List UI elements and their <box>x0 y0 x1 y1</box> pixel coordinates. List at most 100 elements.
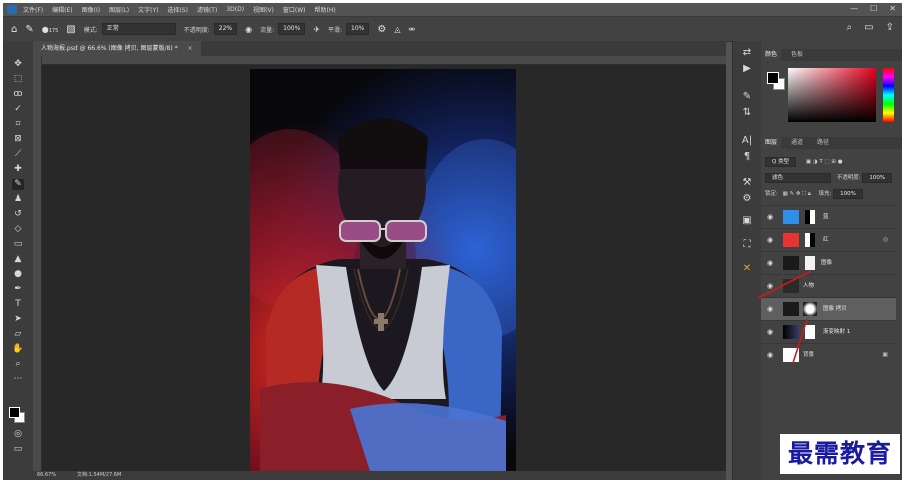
zoom-tool-icon[interactable]: ⌕ <box>12 359 24 370</box>
tool-preset-icon[interactable]: ⚒ <box>741 177 753 188</box>
layer-row-image[interactable]: ◉ 图像 <box>761 251 896 274</box>
stamp-tool-icon[interactable]: ♟ <box>12 194 24 205</box>
visibility-eye-icon[interactable]: ◉ <box>767 259 773 267</box>
play-action-icon[interactable]: ▶ <box>741 63 753 74</box>
angle-icon[interactable]: ◬ <box>394 25 400 34</box>
tab-color[interactable]: 颜色 <box>761 49 782 61</box>
tab-channels[interactable]: 通道 <box>787 137 807 149</box>
visibility-eye-icon[interactable]: ◉ <box>767 236 773 244</box>
visibility-eye-icon[interactable]: ◉ <box>767 328 773 336</box>
menu-help[interactable]: 帮助(H) <box>315 5 336 14</box>
marquee-tool-icon[interactable]: ⬚ <box>12 74 24 85</box>
visibility-eye-icon[interactable]: ◉ <box>767 213 773 221</box>
gradient-tool-icon[interactable]: ▭ <box>12 239 24 250</box>
gear-icon[interactable]: ⚙ <box>377 24 386 35</box>
layer-row-background[interactable]: ◉ 背景 ▣ <box>761 343 896 366</box>
document-tab-close-icon[interactable]: × <box>188 45 193 52</box>
filter-icons[interactable]: ▣ ◑ T ⬚ ⊞ ● <box>806 159 843 165</box>
fill-input[interactable]: 100% <box>833 189 863 199</box>
search-icon[interactable]: ⌕ <box>847 22 853 33</box>
eraser-tool-icon[interactable]: ◇ <box>12 224 24 235</box>
healing-tool-icon[interactable]: ✚ <box>12 164 24 175</box>
blur-tool-icon[interactable]: ▲ <box>12 254 24 265</box>
lasso-tool-icon[interactable]: ꝏ <box>12 89 24 100</box>
visibility-eye-icon[interactable]: ◉ <box>767 351 773 359</box>
layer-row-blue[interactable]: ◉ 蓝 <box>761 205 896 228</box>
color-panel-tabs: 颜色 色板 <box>761 49 902 61</box>
brush-tool-icon[interactable]: ✎ <box>25 24 33 35</box>
blend-mode-select[interactable]: 滤色 <box>765 173 831 183</box>
airbrush-icon[interactable]: ✈ <box>313 25 320 34</box>
opacity-input[interactable]: 22% <box>213 23 238 35</box>
brush-panel-icon[interactable]: ✎ <box>741 91 753 102</box>
visibility-eye-icon[interactable]: ◉ <box>767 282 773 290</box>
document-tab[interactable]: 人物海报.psd @ 66.6% (图像 拷贝, 图层蒙版/8) * × <box>33 41 201 56</box>
layer-row-red[interactable]: ◉ 红 ◎ <box>761 228 896 251</box>
tools-cross-icon[interactable]: ✕ <box>741 263 753 274</box>
pen-tool-icon[interactable]: ✒ <box>12 284 24 295</box>
more-tools-icon[interactable]: ⋯ <box>12 374 24 385</box>
screen-mode-icon[interactable]: ▭ <box>12 444 24 455</box>
panel-foreground-color[interactable] <box>767 72 779 84</box>
menu-edit[interactable]: 编辑(E) <box>52 5 72 14</box>
crop-tool-icon[interactable]: ⌗ <box>12 119 24 130</box>
tab-layers[interactable]: 图层 <box>761 137 782 149</box>
character-panel-icon[interactable]: A| <box>741 135 753 146</box>
menu-file[interactable]: 文件(F) <box>23 5 43 14</box>
home-icon[interactable]: ⌂ <box>11 24 17 35</box>
menu-layer[interactable]: 图层(L) <box>109 5 129 14</box>
eyedropper-tool-icon[interactable]: ⟋ <box>12 149 24 160</box>
hue-slider[interactable] <box>883 68 894 122</box>
history-brush-tool-icon[interactable]: ↺ <box>12 209 24 220</box>
layer-kind-filter[interactable]: Q 类型 <box>765 157 797 167</box>
share-icon[interactable]: ⇪ <box>886 22 894 33</box>
visibility-eye-icon[interactable]: ◉ <box>767 305 773 313</box>
libraries-panel-icon[interactable]: ▣ <box>741 215 753 226</box>
close-button[interactable]: ✕ <box>889 4 896 13</box>
menu-type[interactable]: 文字(Y) <box>138 5 158 14</box>
type-tool-icon[interactable]: T <box>12 299 24 310</box>
path-select-tool-icon[interactable]: ➤ <box>12 314 24 325</box>
brush-settings-icon[interactable]: ▧ <box>66 24 75 35</box>
flow-input[interactable]: 100% <box>278 23 306 35</box>
menu-filter[interactable]: 滤镜(T) <box>197 5 217 14</box>
tab-paths[interactable]: 路径 <box>813 137 833 149</box>
menu-window[interactable]: 窗口(W) <box>283 5 306 14</box>
quick-select-tool-icon[interactable]: ✓ <box>12 104 24 115</box>
move-tool-icon[interactable]: ✥ <box>12 59 24 70</box>
canvas-area[interactable] <box>42 65 726 471</box>
brush-tool-icon-active[interactable]: ✎ <box>12 179 24 190</box>
menu-image[interactable]: 图像(I) <box>82 5 100 14</box>
smoothing-input[interactable]: 10% <box>346 23 370 35</box>
shape-tool-icon[interactable]: ▱ <box>12 329 24 340</box>
quick-mask-icon[interactable]: ◎ <box>12 429 24 440</box>
pressure-opacity-icon[interactable]: ◉ <box>245 25 252 34</box>
zoom-level[interactable]: 66.67% <box>37 471 56 480</box>
tab-swatches[interactable]: 色板 <box>787 49 807 61</box>
history-panel-icon[interactable]: ⇄ <box>741 47 753 58</box>
poster-image[interactable] <box>250 69 516 471</box>
layer-row-person[interactable]: ◉ 人物 <box>761 274 896 297</box>
layer-row-image-copy[interactable]: ◉ 图像 拷贝 <box>761 297 896 320</box>
properties-panel-icon[interactable]: ⚙ <box>741 193 753 204</box>
paragraph-panel-icon[interactable]: ¶ <box>741 151 753 162</box>
adjust-panel-icon[interactable]: ⇅ <box>741 107 753 118</box>
3d-panel-icon[interactable]: ⛶ <box>741 239 753 250</box>
menu-select[interactable]: 选择(S) <box>167 5 188 14</box>
workspace-icon[interactable]: ▭ <box>864 22 873 33</box>
foreground-color-swatch[interactable] <box>9 407 20 418</box>
maximize-button[interactable]: ☐ <box>870 4 877 13</box>
symmetry-icon[interactable]: ⚮ <box>409 25 416 34</box>
color-picker-field[interactable] <box>788 68 876 122</box>
brush-preset-icon[interactable]: ●175 <box>42 25 59 34</box>
layer-row-gradient-map[interactable]: ◉ 渐变映射 1 <box>761 320 896 343</box>
hand-tool-icon[interactable]: ✋ <box>12 344 24 355</box>
lock-icons[interactable]: ▦ ✎ ✥ ⛶ 🔒︎ <box>783 191 811 197</box>
menu-view[interactable]: 视图(V) <box>253 5 274 14</box>
minimize-button[interactable]: — <box>850 4 858 13</box>
mode-select[interactable]: 正常 <box>101 23 176 35</box>
menu-3d[interactable]: 3D(D) <box>226 6 244 13</box>
dodge-tool-icon[interactable]: ● <box>12 269 24 280</box>
layer-opacity-input[interactable]: 100% <box>862 173 893 183</box>
frame-tool-icon[interactable]: ⊠ <box>12 134 24 145</box>
